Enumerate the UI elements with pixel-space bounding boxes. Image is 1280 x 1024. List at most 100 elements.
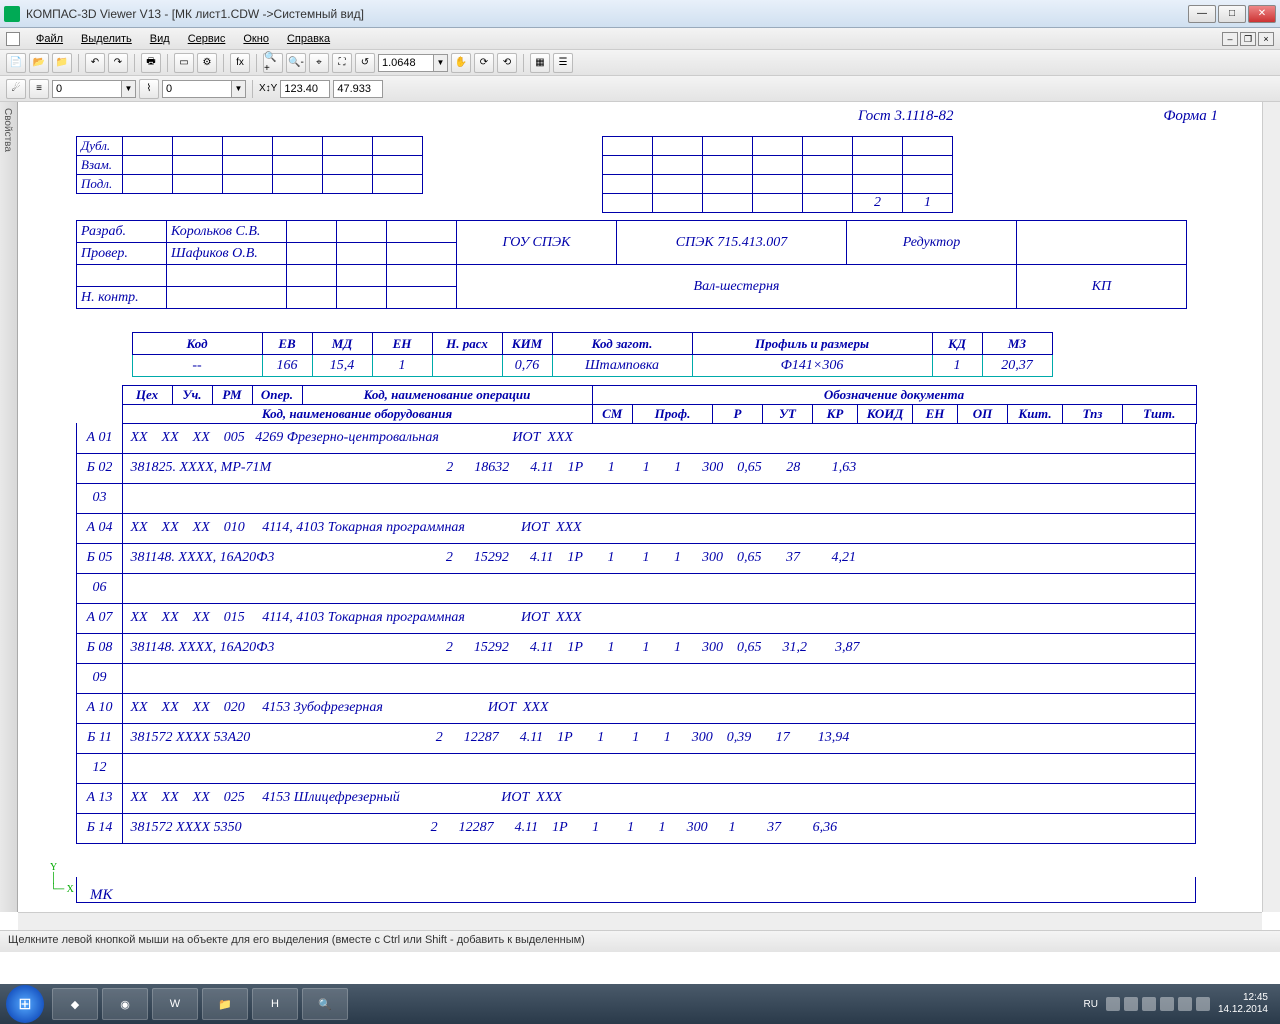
table-row: 12 xyxy=(77,753,1196,783)
undo-button[interactable]: ↶ xyxy=(85,53,105,73)
table-row: Б 02 381825. ХХХХ, МР-71М 2 18632 4.11 1… xyxy=(77,453,1196,483)
document-icon xyxy=(6,32,20,46)
side-panel[interactable]: Свойства xyxy=(0,102,18,912)
side-panel-label: Свойства xyxy=(0,102,15,158)
tray-icon[interactable] xyxy=(1178,997,1192,1011)
mk-box xyxy=(76,877,1196,903)
drawing-canvas[interactable]: Гост 3.1118-82 Форма 1 Дубл. Взам. Подл.… xyxy=(18,102,1262,912)
table-row: А 04 ХХ ХХ ХХ 010 4114, 4103 Токарная пр… xyxy=(77,513,1196,543)
table-row: 09 xyxy=(77,663,1196,693)
header-top-table: Дубл. Взам. Подл. 21 xyxy=(76,136,953,213)
stepper1-input[interactable] xyxy=(52,80,122,98)
tray-icon[interactable] xyxy=(1142,997,1156,1011)
coord-x-input[interactable] xyxy=(280,80,330,98)
table-row: А 01 ХХ ХХ ХХ 005 4269 Фрезерно-центрова… xyxy=(77,423,1196,453)
stepper2-dropdown[interactable]: ▼ xyxy=(232,80,246,98)
operations-table: А 01 ХХ ХХ ХХ 005 4269 Фрезерно-центрова… xyxy=(76,423,1196,844)
tray-clock[interactable]: 12:45 14.12.2014 xyxy=(1218,992,1274,1016)
menu-select[interactable]: Выделить xyxy=(73,31,140,47)
style1-button[interactable]: ≡ xyxy=(29,79,49,99)
table-row: Б 11 381572 ХХХХ 53А20 2 12287 4.11 1Р 1… xyxy=(77,723,1196,753)
menu-file[interactable]: Файл xyxy=(28,31,71,47)
taskbar-app-4[interactable]: 📁 xyxy=(202,988,248,1020)
zoom-prev-button[interactable]: ↺ xyxy=(355,53,375,73)
table-row: 06 xyxy=(77,573,1196,603)
table-row: Б 14 381572 ХХХХ 5350 2 12287 4.11 1Р 1 … xyxy=(77,813,1196,843)
taskbar-app-1[interactable]: ◆ xyxy=(52,988,98,1020)
tray-icon[interactable] xyxy=(1124,997,1138,1011)
redraw-button[interactable]: ⟲ xyxy=(497,53,517,73)
mdi-minimize-button[interactable]: – xyxy=(1222,32,1238,46)
tray-lang[interactable]: RU xyxy=(1083,999,1097,1010)
rotate-button[interactable]: ⟳ xyxy=(474,53,494,73)
layers-button[interactable]: ☰ xyxy=(553,53,573,73)
form-label: Форма 1 xyxy=(1163,108,1218,125)
open2-button[interactable]: 📁 xyxy=(52,53,72,73)
separator xyxy=(256,54,257,72)
taskbar-app-5[interactable]: H xyxy=(252,988,298,1020)
stepper1-dropdown[interactable]: ▼ xyxy=(122,80,136,98)
mdi-close-button[interactable]: × xyxy=(1258,32,1274,46)
table-row: Б 05 381148. ХХХХ, 16А20Ф3 2 15292 4.11 … xyxy=(77,543,1196,573)
columns-header-table: Цех Уч. РМ Опер. Код, наименование опера… xyxy=(76,385,1197,424)
redo-button[interactable]: ↷ xyxy=(108,53,128,73)
zoom-input[interactable] xyxy=(378,54,434,72)
vertical-scrollbar[interactable] xyxy=(1262,102,1280,912)
system-tray[interactable]: RU 12:45 14.12.2014 xyxy=(1083,992,1274,1016)
statusbar: Щелкните левой кнопкой мыши на объекте д… xyxy=(0,930,1280,952)
mdi-restore-button[interactable]: ❐ xyxy=(1240,32,1256,46)
zoom-dropdown[interactable]: ▼ xyxy=(434,54,448,72)
mk-label: МК xyxy=(90,887,112,904)
pan-button[interactable]: ✋ xyxy=(451,53,471,73)
tray-icon[interactable] xyxy=(1106,997,1120,1011)
taskbar-app-2[interactable]: ◉ xyxy=(102,988,148,1020)
coordinate-axes-icon: Y│└─ X xyxy=(50,862,74,895)
window-titlebar: КОМПАС-3D Viewer V13 - [МК лист1.CDW ->С… xyxy=(0,0,1280,28)
separator xyxy=(223,54,224,72)
status-hint: Щелкните левой кнопкой мыши на объекте д… xyxy=(8,934,585,946)
zoom-out-button[interactable]: 🔍- xyxy=(286,53,306,73)
horizontal-scrollbar[interactable] xyxy=(18,912,1262,930)
sheet-button[interactable]: ▭ xyxy=(174,53,194,73)
variables-button[interactable]: fx xyxy=(230,53,250,73)
window-title: КОМПАС-3D Viewer V13 - [МК лист1.CDW ->С… xyxy=(26,7,1188,21)
zoom-window-button[interactable]: ⌖ xyxy=(309,53,329,73)
grid-button[interactable]: ▦ xyxy=(530,53,550,73)
close-button[interactable]: ✕ xyxy=(1248,5,1276,23)
menu-view[interactable]: Вид xyxy=(142,31,178,47)
table-row: А 07 ХХ ХХ ХХ 015 4114, 4103 Токарная пр… xyxy=(77,603,1196,633)
gost-label: Гост 3.1118-82 xyxy=(858,108,954,125)
tray-icon[interactable] xyxy=(1160,997,1174,1011)
new-button[interactable]: 📄 xyxy=(6,53,26,73)
title-block-table: Разраб. Корольков С.В. ГОУ СПЭК СПЭК 715… xyxy=(76,220,1187,309)
menu-service[interactable]: Сервис xyxy=(180,31,234,47)
filter-button[interactable]: ☄ xyxy=(6,79,26,99)
zoom-in-button[interactable]: 🔍+ xyxy=(263,53,283,73)
app-icon xyxy=(4,6,20,22)
taskbar: ⊞ ◆ ◉ W 📁 H 🔍 RU 12:45 14.12.2014 xyxy=(0,984,1280,1024)
stepper2-input[interactable] xyxy=(162,80,232,98)
style2-button[interactable]: ⌇ xyxy=(139,79,159,99)
taskbar-app-6[interactable]: 🔍 xyxy=(302,988,348,1020)
open-button[interactable]: 📂 xyxy=(29,53,49,73)
table-row: А 10 ХХ ХХ ХХ 020 4153 Зубофрезерная ИОТ… xyxy=(77,693,1196,723)
separator xyxy=(252,80,253,98)
coord-y-input[interactable] xyxy=(333,80,383,98)
taskbar-app-3[interactable]: W xyxy=(152,988,198,1020)
start-button[interactable]: ⊞ xyxy=(6,985,44,1023)
print-button[interactable]: 🖶 xyxy=(141,53,161,73)
maximize-button[interactable]: □ xyxy=(1218,5,1246,23)
menubar: Файл Выделить Вид Сервис Окно Справка – … xyxy=(0,28,1280,50)
tray-icon[interactable] xyxy=(1196,997,1210,1011)
table-row: Б 08 381148. ХХХХ, 16А20Ф3 2 15292 4.11 … xyxy=(77,633,1196,663)
properties-button[interactable]: ⚙ xyxy=(197,53,217,73)
menu-help[interactable]: Справка xyxy=(279,31,338,47)
separator xyxy=(167,54,168,72)
separator xyxy=(523,54,524,72)
menu-window[interactable]: Окно xyxy=(235,31,277,47)
zoom-fit-button[interactable]: ⛶ xyxy=(332,53,352,73)
table-row: А 13 ХХ ХХ ХХ 025 4153 Шлицефрезерный ИО… xyxy=(77,783,1196,813)
table-row: 03 xyxy=(77,483,1196,513)
minimize-button[interactable]: — xyxy=(1188,5,1216,23)
material-table: Код ЕВ МД ЕН Н. расх КИМ Код загот. Проф… xyxy=(76,332,1053,377)
